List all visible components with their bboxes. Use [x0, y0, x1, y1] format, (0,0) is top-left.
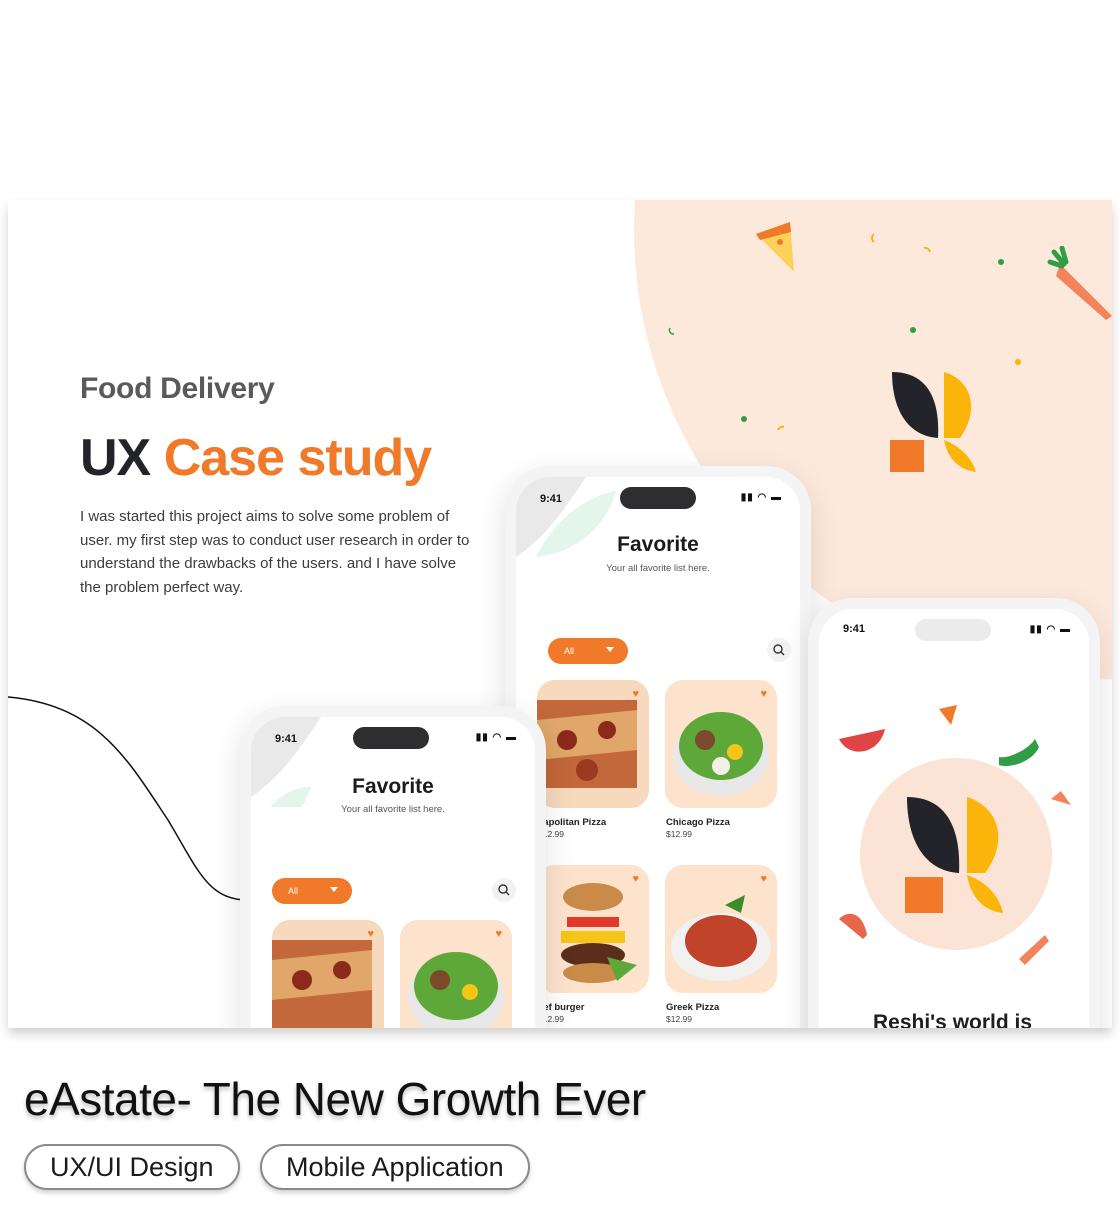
- status-icons: ▮▮ ◠ ▬: [740, 492, 782, 503]
- splash-title: Reshi's world is: [873, 1011, 1033, 1028]
- food-name: Greek Pizza: [666, 1002, 720, 1013]
- tag-mobile-application[interactable]: Mobile Application: [260, 1144, 530, 1190]
- tag-ux-ui-design[interactable]: UX/UI Design: [24, 1144, 240, 1190]
- favorite-heart-icon[interactable]: ♥: [760, 873, 767, 885]
- food-price: $12.99: [666, 829, 692, 839]
- food-card-pizza[interactable]: ♥: [272, 920, 384, 1028]
- filter-label: All: [564, 646, 575, 656]
- brand-logo-icon: [905, 797, 1003, 913]
- food-price: $12.99: [666, 1014, 692, 1024]
- search-icon: [498, 884, 510, 896]
- filter-label: All: [288, 886, 299, 896]
- filter-dropdown[interactable]: All: [272, 878, 352, 904]
- hero-description: I was started this project aims to solve…: [80, 508, 470, 596]
- status-time: 9:41: [540, 493, 563, 505]
- brand-logo-icon: [890, 372, 976, 472]
- dynamic-island: [353, 727, 429, 749]
- favorite-heart-icon[interactable]: ♥: [632, 873, 639, 885]
- food-card-beef-burger[interactable]: ♥: [537, 865, 649, 993]
- phone-mockup-favorites-large: 9:41 ▮▮ ◠ ▬ Favorite Your all favorite l…: [505, 466, 811, 1028]
- chevron-down-icon: [606, 647, 614, 652]
- favorite-heart-icon[interactable]: ♥: [760, 688, 767, 700]
- search-button[interactable]: [492, 878, 516, 902]
- phone-mockup-favorites-small: 9:41 ▮▮ ◠ ▬ Favorite Your all favorite l…: [240, 706, 546, 1028]
- status-time: 9:41: [843, 623, 866, 635]
- food-card-chicago-pizza[interactable]: ♥: [665, 680, 777, 808]
- hero-title-dark: UX: [80, 429, 151, 487]
- phone-screen: 9:41 ▮▮ ◠ ▬ Favorite Your all favorite l…: [516, 477, 800, 1028]
- food-name: Chicago Pizza: [666, 817, 730, 828]
- project-thumbnail[interactable]: Food Delivery UX Case study I was starte…: [8, 200, 1112, 1028]
- food-card-neapolitan-pizza[interactable]: ♥: [537, 680, 649, 808]
- phone-mockup-splash: 9:41 ▮▮ ◠ ▬ Reshi's world is: [808, 598, 1100, 1028]
- project-title[interactable]: eAstate- The New Growth Ever: [24, 1072, 646, 1126]
- phone-screen: 9:41 ▮▮ ◠ ▬ Favorite Your all favorite l…: [251, 717, 535, 1028]
- chevron-down-icon: [330, 887, 338, 892]
- favorite-heart-icon[interactable]: ♥: [367, 928, 374, 940]
- dynamic-island: [915, 619, 991, 641]
- favorite-heart-icon[interactable]: ♥: [632, 688, 639, 700]
- screen-subtitle: Your all favorite list here.: [606, 563, 710, 574]
- food-card-salad[interactable]: ♥: [400, 920, 512, 1028]
- hero-title-orange: Case study: [163, 429, 432, 487]
- dynamic-island: [620, 487, 696, 509]
- hero-eyebrow: Food Delivery: [80, 372, 275, 405]
- food-name: eapolitan Pizza: [538, 817, 607, 828]
- hero-title: UX Case study: [80, 428, 432, 488]
- status-icons: ▮▮ ◠ ▬: [475, 732, 517, 743]
- phone-screen: 9:41 ▮▮ ◠ ▬ Reshi's world is: [819, 609, 1089, 1028]
- favorite-heart-icon[interactable]: ♥: [495, 928, 502, 940]
- screen-title: Favorite: [617, 533, 699, 556]
- status-icons: ▮▮ ◠ ▬: [1029, 624, 1071, 635]
- screen-subtitle: Your all favorite list here.: [341, 804, 445, 815]
- screen-title: Favorite: [352, 775, 434, 798]
- filter-dropdown[interactable]: All: [548, 638, 628, 664]
- search-icon: [773, 644, 785, 656]
- search-button[interactable]: [767, 638, 791, 662]
- status-time: 9:41: [275, 733, 298, 745]
- food-card-greek-pizza[interactable]: ♥: [665, 865, 777, 993]
